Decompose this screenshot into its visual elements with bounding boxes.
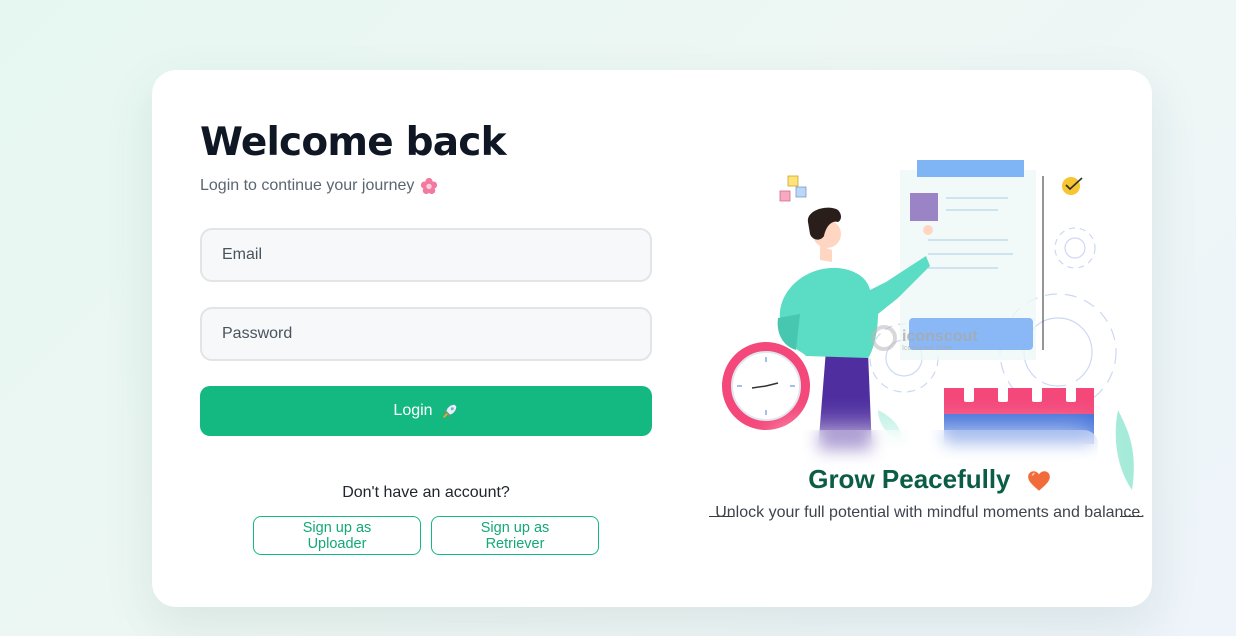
login-button[interactable]: Login xyxy=(200,386,652,436)
watermark-subtext: IconScout Store xyxy=(902,345,952,352)
tagline-description: Unlock your full potential with mindful … xyxy=(715,504,1145,521)
login-card: Welcome back Login to continue your jour… xyxy=(152,70,1152,607)
email-field[interactable] xyxy=(200,228,652,282)
page-title: Welcome back xyxy=(200,120,507,165)
subtitle: Login to continue your journey xyxy=(200,177,438,195)
no-account-text: Don't have an account? xyxy=(342,484,510,501)
tagline-text: Grow Peacefully xyxy=(808,464,1011,494)
signup-retriever-button[interactable]: Sign up as Retriever xyxy=(431,516,599,555)
login-panel: Welcome back Login to continue your jour… xyxy=(200,70,652,607)
rocket-icon xyxy=(442,404,456,418)
password-field[interactable] xyxy=(200,307,652,361)
hero-panel: iconscout IconScout Store Grow Peacefull… xyxy=(708,70,1152,607)
flower-icon xyxy=(421,177,438,195)
watermark-text: iconscout xyxy=(902,328,978,345)
subtitle-text: Login to continue your journey xyxy=(200,177,415,194)
heart-icon xyxy=(1027,471,1050,491)
login-button-label: Login xyxy=(393,402,433,419)
tagline: Grow Peacefully xyxy=(708,464,1152,495)
signup-uploader-button[interactable]: Sign up as Uploader xyxy=(253,516,421,555)
signup-buttons: Sign up as Uploader Sign up as Retriever xyxy=(253,516,599,555)
